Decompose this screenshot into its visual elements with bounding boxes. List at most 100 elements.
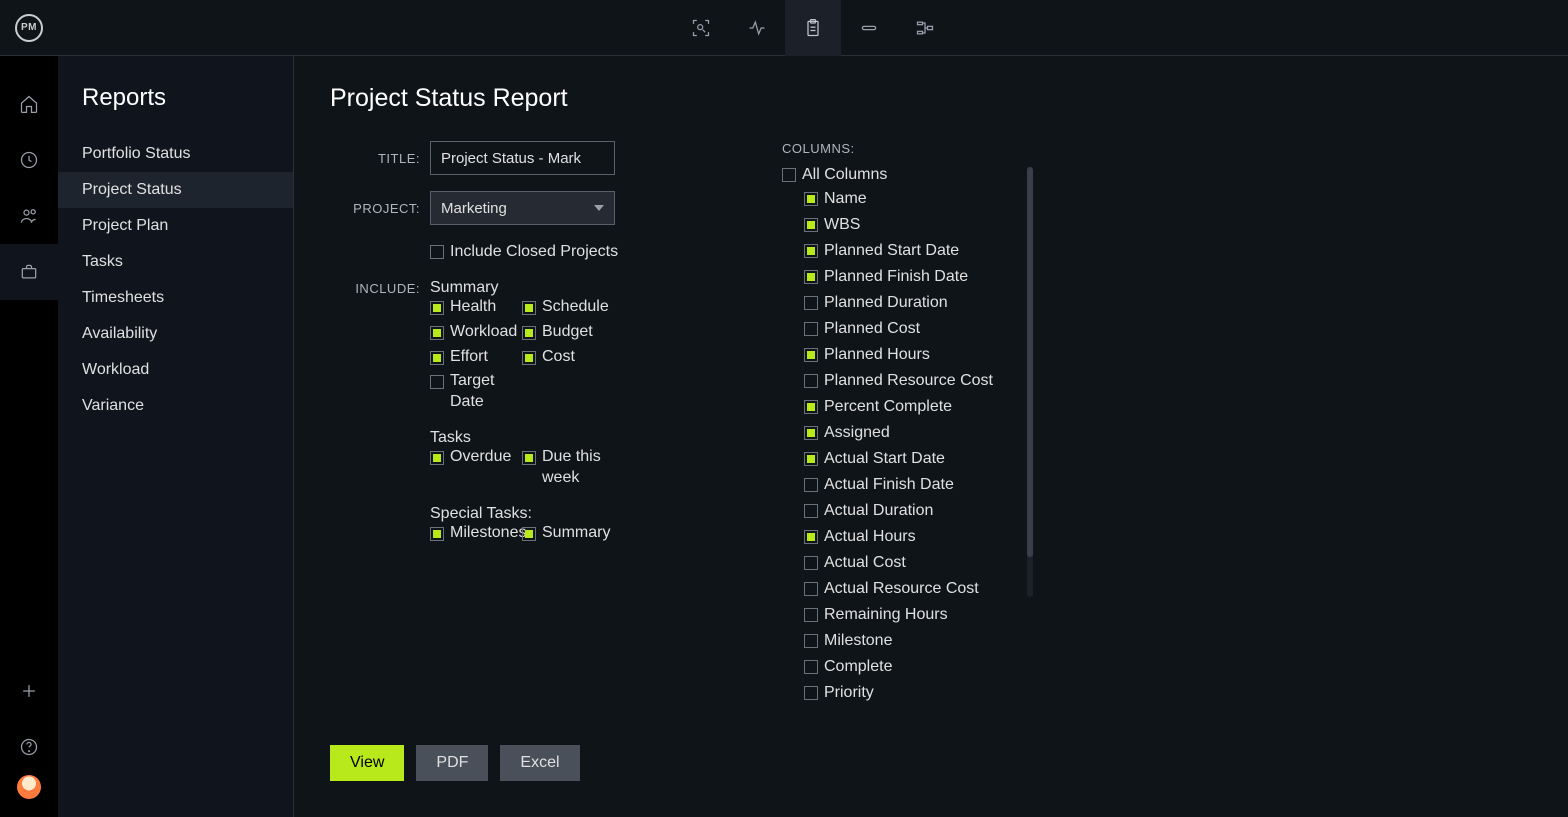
column-checkbox-actual-start-date[interactable] [804, 452, 818, 466]
column-checkbox-planned-hours[interactable] [804, 348, 818, 362]
column-label: Planned Resource Cost [824, 372, 993, 390]
excel-button[interactable]: Excel [500, 745, 579, 781]
logo: PM [0, 0, 58, 56]
summary-effort-checkbox[interactable] [430, 351, 444, 365]
clock-icon[interactable] [0, 132, 58, 188]
sidebar-item-variance[interactable]: Variance [58, 388, 293, 424]
column-checkbox-assigned[interactable] [804, 426, 818, 440]
tasks-overdue-checkbox[interactable] [430, 451, 444, 465]
summary-budget-checkbox[interactable] [522, 326, 536, 340]
special-milestones-checkbox[interactable] [430, 527, 444, 541]
avatar[interactable] [17, 775, 41, 799]
column-label: WBS [824, 216, 860, 234]
summary-schedule-checkbox[interactable] [522, 301, 536, 315]
column-checkbox-name[interactable] [804, 192, 818, 206]
summary-effort-label: Effort [450, 347, 488, 368]
plus-icon[interactable] [0, 663, 58, 719]
main-content: Project Status Report TITLE: PROJECT: Ma… [294, 56, 1568, 817]
nav-rail [0, 56, 58, 817]
column-checkbox-remaining-hours[interactable] [804, 608, 818, 622]
sidebar-item-availability[interactable]: Availability [58, 316, 293, 352]
clipboard-icon[interactable] [785, 0, 841, 56]
column-checkbox-planned-cost[interactable] [804, 322, 818, 336]
column-checkbox-planned-resource-cost[interactable] [804, 374, 818, 388]
title-input[interactable] [430, 141, 615, 175]
sidebar-item-tasks[interactable]: Tasks [58, 244, 293, 280]
column-label: Complete [824, 658, 892, 676]
flow-icon[interactable] [897, 0, 953, 56]
column-checkbox-actual-duration[interactable] [804, 504, 818, 518]
all-columns-checkbox[interactable] [782, 168, 796, 182]
summary-health-label: Health [450, 297, 496, 318]
column-checkbox-wbs[interactable] [804, 218, 818, 232]
title-label: TITLE: [330, 151, 420, 166]
home-icon[interactable] [0, 76, 58, 132]
summary-workload-checkbox[interactable] [430, 326, 444, 340]
summary-health-checkbox[interactable] [430, 301, 444, 315]
summary-target-date-checkbox[interactable] [430, 375, 444, 389]
column-label: Actual Finish Date [824, 476, 954, 494]
chevron-down-icon [594, 205, 604, 211]
include-closed-label: Include Closed Projects [450, 243, 618, 261]
sidebar: Reports Portfolio StatusProject StatusPr… [58, 56, 294, 817]
sidebar-item-project-status[interactable]: Project Status [58, 172, 293, 208]
summary-cost-checkbox[interactable] [522, 351, 536, 365]
column-checkbox-percent-complete[interactable] [804, 400, 818, 414]
briefcase-icon[interactable] [0, 244, 58, 300]
include-closed-checkbox[interactable] [430, 245, 444, 259]
view-button[interactable]: View [330, 745, 404, 781]
column-checkbox-actual-cost[interactable] [804, 556, 818, 570]
column-label: Milestone [824, 632, 892, 650]
column-label: Planned Hours [824, 346, 930, 364]
tasks-due-this-week-label: Due this week [542, 447, 614, 489]
column-checkbox-milestone[interactable] [804, 634, 818, 648]
include-label: INCLUDE: [330, 279, 420, 296]
column-checkbox-priority[interactable] [804, 686, 818, 700]
special-summary-checkbox[interactable] [522, 527, 536, 541]
sidebar-item-timesheets[interactable]: Timesheets [58, 280, 293, 316]
column-label: Planned Duration [824, 294, 948, 312]
column-label: Actual Hours [824, 528, 916, 546]
column-label: Planned Cost [824, 320, 920, 338]
column-checkbox-actual-resource-cost[interactable] [804, 582, 818, 596]
project-label: PROJECT: [330, 201, 420, 216]
column-label: Remaining Hours [824, 606, 948, 624]
column-label: Planned Finish Date [824, 268, 968, 286]
activity-icon[interactable] [729, 0, 785, 56]
summary-budget-label: Budget [542, 322, 593, 343]
scrollbar-thumb[interactable] [1027, 167, 1033, 557]
column-checkbox-actual-hours[interactable] [804, 530, 818, 544]
special-milestones-label: Milestones [450, 523, 526, 544]
sidebar-item-project-plan[interactable]: Project Plan [58, 208, 293, 244]
column-label: Name [824, 190, 867, 208]
sidebar-item-portfolio-status[interactable]: Portfolio Status [58, 136, 293, 172]
column-label: Actual Duration [824, 502, 933, 520]
column-checkbox-actual-finish-date[interactable] [804, 478, 818, 492]
sidebar-item-workload[interactable]: Workload [58, 352, 293, 388]
project-select[interactable]: Marketing [430, 191, 615, 225]
column-checkbox-planned-duration[interactable] [804, 296, 818, 310]
column-checkbox-complete[interactable] [804, 660, 818, 674]
column-label: Actual Start Date [824, 450, 945, 468]
scan-icon[interactable] [673, 0, 729, 56]
column-label: Percent Complete [824, 398, 952, 416]
tasks-due-this-week-checkbox[interactable] [522, 451, 536, 465]
people-icon[interactable] [0, 188, 58, 244]
column-label: Actual Resource Cost [824, 580, 979, 598]
pdf-button[interactable]: PDF [416, 745, 488, 781]
help-icon[interactable] [0, 719, 58, 775]
summary-target-date-label: Target Date [450, 371, 522, 413]
column-checkbox-planned-start-date[interactable] [804, 244, 818, 258]
tasks-overdue-label: Overdue [450, 447, 511, 468]
summary-cost-label: Cost [542, 347, 575, 368]
scrollbar[interactable] [1027, 167, 1033, 597]
column-label: Assigned [824, 424, 890, 442]
column-label: Priority [824, 684, 874, 702]
summary-workload-label: Workload [450, 322, 517, 343]
column-checkbox-planned-finish-date[interactable] [804, 270, 818, 284]
sidebar-title: Reports [58, 84, 293, 136]
tasks-group-title: Tasks [430, 429, 710, 447]
link-icon[interactable] [841, 0, 897, 56]
columns-label: COLUMNS: [782, 141, 993, 156]
all-columns-label: All Columns [802, 166, 887, 184]
